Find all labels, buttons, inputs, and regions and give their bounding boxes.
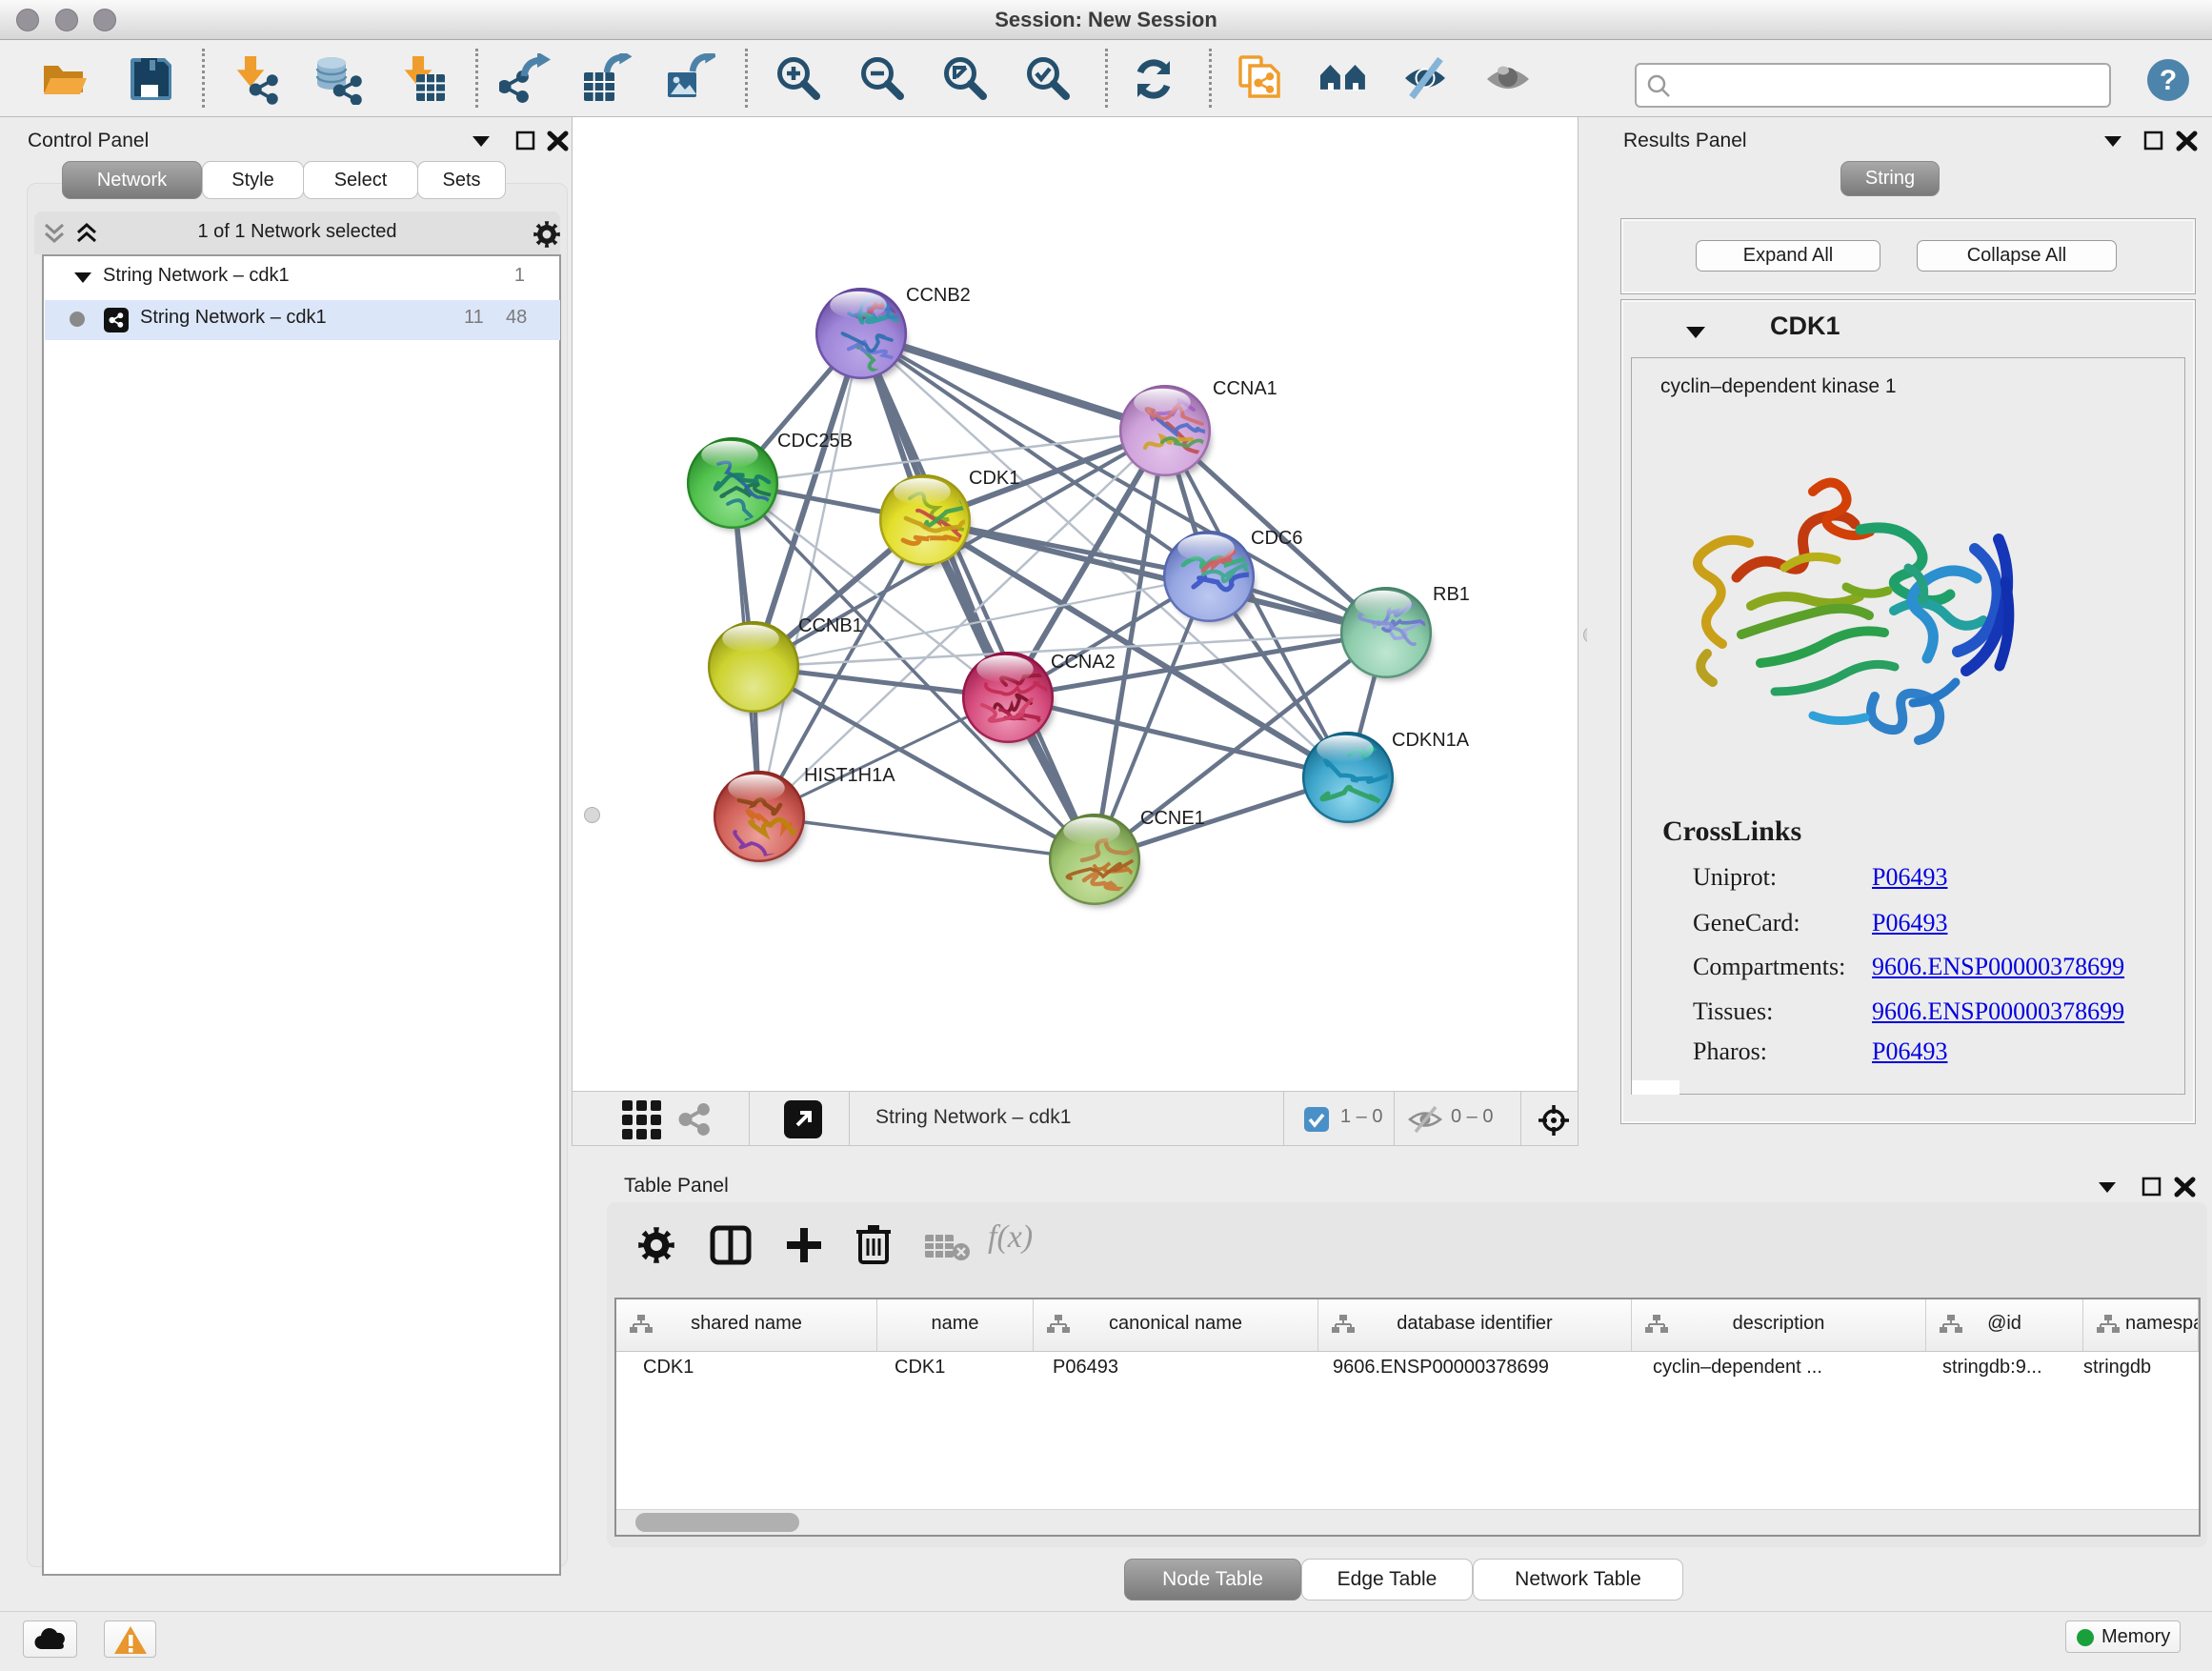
- svg-text:HIST1H1A: HIST1H1A: [804, 765, 895, 786]
- svg-text:CDK1: CDK1: [969, 468, 1019, 489]
- svg-text:CDC6: CDC6: [1251, 528, 1302, 549]
- svg-text:CCNB1: CCNB1: [798, 615, 863, 636]
- svg-text:CCNA2: CCNA2: [1051, 652, 1116, 673]
- svg-text:?: ?: [2160, 65, 2177, 96]
- svg-text:CDC25B: CDC25B: [777, 431, 853, 452]
- svg-text:CCNA1: CCNA1: [1213, 378, 1277, 399]
- svg-text:RB1: RB1: [1433, 584, 1470, 605]
- svg-text:CDKN1A: CDKN1A: [1392, 730, 1470, 751]
- svg-text:CCNB2: CCNB2: [906, 285, 971, 306]
- svg-text:CCNE1: CCNE1: [1140, 808, 1205, 829]
